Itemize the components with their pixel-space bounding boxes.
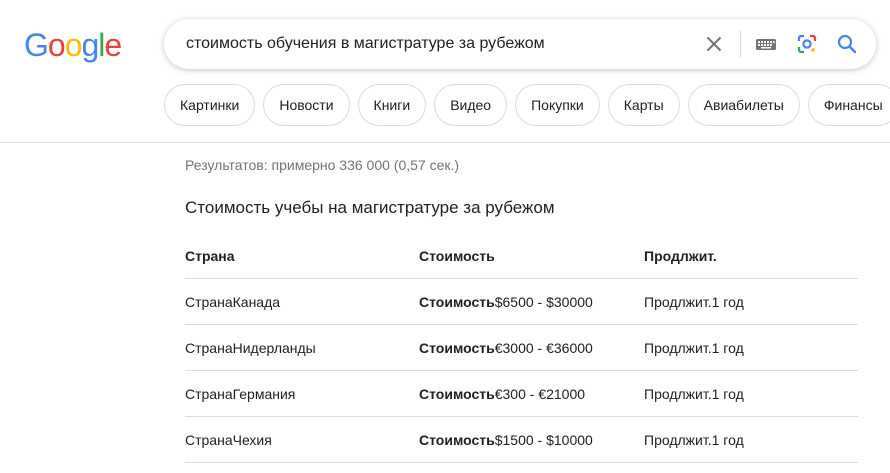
- cell-duration: Продлжит. 1 год: [644, 279, 744, 324]
- search-filter-chips: Картинки Новости Книги Видео Покупки Карты Ави…: [164, 84, 890, 126]
- duration-label: Продлжит.: [644, 385, 712, 402]
- cell-cost: Стоимость $6500 - $30000: [419, 279, 593, 324]
- header-cost: Стоимость: [419, 248, 495, 264]
- cell-country: Страна Нидерланды: [185, 325, 316, 370]
- clear-button[interactable]: [702, 32, 726, 56]
- chip-books[interactable]: Книги: [357, 84, 427, 126]
- search-divider: [740, 30, 741, 58]
- country-label: Страна: [185, 385, 233, 402]
- cost-value: $6500 - $30000: [494, 293, 593, 310]
- table-header-row: Страна Стоимость Продлжит.: [185, 234, 858, 279]
- cost-label: Стоимость: [419, 385, 495, 402]
- duration-label: Продлжит.: [644, 431, 712, 448]
- cell-cost: Стоимость €300 - €21000: [419, 371, 585, 416]
- header-country: Страна: [185, 248, 235, 264]
- cost-label: Стоимость: [419, 339, 495, 356]
- cell-cost: Стоимость $1500 - $10000: [419, 417, 593, 462]
- header-duration: Продлжит.: [644, 248, 717, 264]
- logo-letter: o: [64, 27, 83, 63]
- search-box: [164, 19, 876, 69]
- table-row: Страна Чехия Стоимость $1500 - $10000 Прод…: [185, 417, 858, 463]
- logo-letter: e: [104, 27, 122, 63]
- cost-value: $1500 - $10000: [494, 431, 593, 448]
- result-stats: Результатов: примерно 336 000 (0,57 сек.…: [185, 157, 460, 173]
- search-icon: [837, 34, 857, 54]
- logo-letter: o: [47, 27, 66, 63]
- cost-label: Стоимость: [419, 293, 495, 310]
- logo-letter: g: [81, 27, 99, 63]
- cell-country: Страна Германия: [185, 371, 295, 416]
- chip-images[interactable]: Картинки: [164, 84, 256, 126]
- chip-shopping[interactable]: Покупки: [515, 84, 600, 126]
- country-value: Нидерланды: [232, 339, 316, 356]
- table-row: Страна Германия Стоимость €300 - €21000 Пр…: [185, 371, 858, 417]
- cost-value: €3000 - €36000: [494, 339, 593, 356]
- duration-value: 1 год: [711, 431, 744, 448]
- country-label: Страна: [185, 431, 233, 448]
- cell-cost: Стоимость €3000 - €36000: [419, 325, 593, 370]
- country-value: Канада: [232, 293, 281, 310]
- table-row: Страна Канада Стоимость $6500 - $30000 Про…: [185, 279, 858, 325]
- chip-flights[interactable]: Авиабилеты: [687, 84, 800, 126]
- cell-country: Страна Чехия: [185, 417, 272, 462]
- duration-label: Продлжит.: [644, 339, 712, 356]
- country-value: Германия: [232, 385, 296, 402]
- search-button[interactable]: [835, 32, 859, 56]
- cost-value: €300 - €21000: [494, 385, 586, 402]
- cell-country: Страна Канада: [185, 279, 280, 324]
- country-label: Страна: [185, 339, 233, 356]
- country-label: Страна: [185, 293, 233, 310]
- google-logo[interactable]: Google: [24, 27, 122, 63]
- search-input[interactable]: [186, 19, 696, 69]
- duration-value: 1 год: [711, 293, 744, 310]
- chip-news[interactable]: Новости: [263, 84, 350, 126]
- chip-videos[interactable]: Видео: [434, 84, 508, 126]
- logo-letter: G: [24, 27, 49, 63]
- google-lens-button[interactable]: [795, 32, 819, 56]
- search-header: Google стоимость обучения в магистратуре…: [0, 0, 890, 143]
- close-icon: [706, 36, 722, 52]
- cell-duration: Продлжит. 1 год: [644, 417, 744, 462]
- cell-duration: Продлжит. 1 год: [644, 325, 744, 370]
- snippet-title: Стоимость учебы на магистратуре за рубеж…: [185, 198, 555, 217]
- duration-label: Продлжит.: [644, 293, 712, 310]
- country-value: Чехия: [232, 431, 272, 448]
- chip-finance[interactable]: Финансы: [807, 84, 890, 126]
- chip-maps[interactable]: Карты: [607, 84, 680, 126]
- keyboard-icon: [756, 39, 776, 50]
- cell-duration: Продлжит. 1 год: [644, 371, 744, 416]
- google-lens-icon: [797, 34, 817, 54]
- table-row: Страна Нидерланды Стоимость €3000 - €36000…: [185, 325, 858, 371]
- duration-value: 1 год: [711, 385, 744, 402]
- duration-value: 1 год: [711, 339, 744, 356]
- snippet-table: Страна Стоимость Продлжит. Страна Канада …: [185, 234, 858, 463]
- cost-label: Стоимость: [419, 431, 495, 448]
- keyboard-button[interactable]: [754, 32, 778, 56]
